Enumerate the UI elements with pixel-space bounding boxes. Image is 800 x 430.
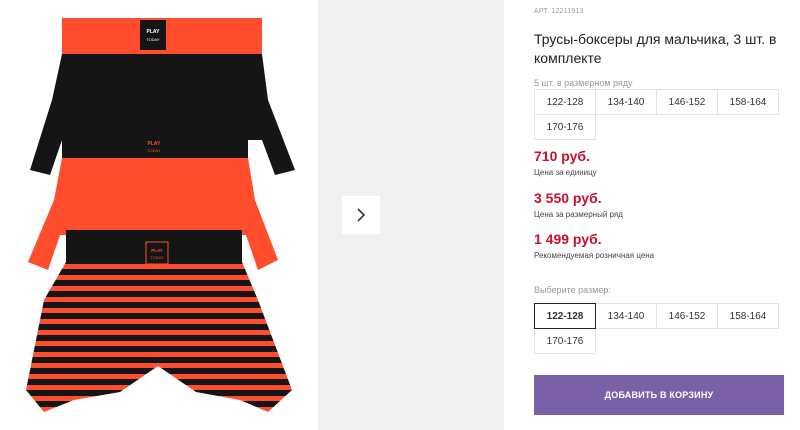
product-info-panel: АРТ. 12211913 Трусы-боксеры для мальчика… (534, 0, 800, 430)
size-row-item: 134-140 (595, 89, 657, 115)
size-select-label: Выберите размер: (534, 285, 611, 295)
svg-text:TODAY: TODAY (146, 37, 160, 42)
svg-text:PLAY: PLAY (147, 29, 161, 35)
size-row-item: 158-164 (717, 89, 779, 115)
size-row-item: 146-152 (656, 89, 718, 115)
size-row-grid: 122-128 134-140 146-152 158-164 170-176 (534, 89, 779, 140)
size-option-134-140[interactable]: 134-140 (595, 303, 657, 329)
size-option-158-164[interactable]: 158-164 (717, 303, 779, 329)
gallery-next-button[interactable] (342, 196, 380, 234)
gallery-side-panel (318, 0, 504, 430)
row-price: 3 550 руб. (534, 190, 602, 206)
boxers-illustration: PLAY TODAY PLAY TODAY PLAY TODAY (26, 18, 295, 412)
chevron-right-icon (357, 208, 366, 222)
article-number: АРТ. 12211913 (534, 8, 584, 15)
svg-text:TODAY: TODAY (150, 255, 164, 260)
size-row-label: 5 шт. в размерном ряду (534, 78, 633, 88)
retail-price-note: Рекомендуемая розничная цена (534, 251, 655, 260)
row-price-note: Цена за размерный ряд (534, 210, 623, 219)
size-option-122-128[interactable]: 122-128 (534, 303, 596, 329)
product-main-image[interactable]: PLAY TODAY PLAY TODAY PLAY TODAY (0, 0, 318, 430)
size-option-146-152[interactable]: 146-152 (656, 303, 718, 329)
retail-price: 1 499 руб. (534, 231, 602, 247)
svg-text:TODAY: TODAY (147, 148, 161, 153)
size-row-item: 122-128 (534, 89, 596, 115)
size-select-grid: 122-128 134-140 146-152 158-164 170-176 (534, 303, 779, 354)
unit-price: 710 руб. (534, 148, 590, 164)
size-option-170-176[interactable]: 170-176 (534, 328, 596, 354)
size-row-item: 170-176 (534, 114, 596, 140)
product-title: Трусы-боксеры для мальчика, 3 шт. в комп… (534, 31, 777, 66)
unit-price-note: Цена за единицу (534, 168, 597, 177)
svg-text:PLAY: PLAY (151, 248, 163, 253)
svg-text:PLAY: PLAY (148, 141, 162, 147)
add-to-cart-button[interactable]: ДОБАВИТЬ В КОРЗИНУ (534, 375, 784, 415)
